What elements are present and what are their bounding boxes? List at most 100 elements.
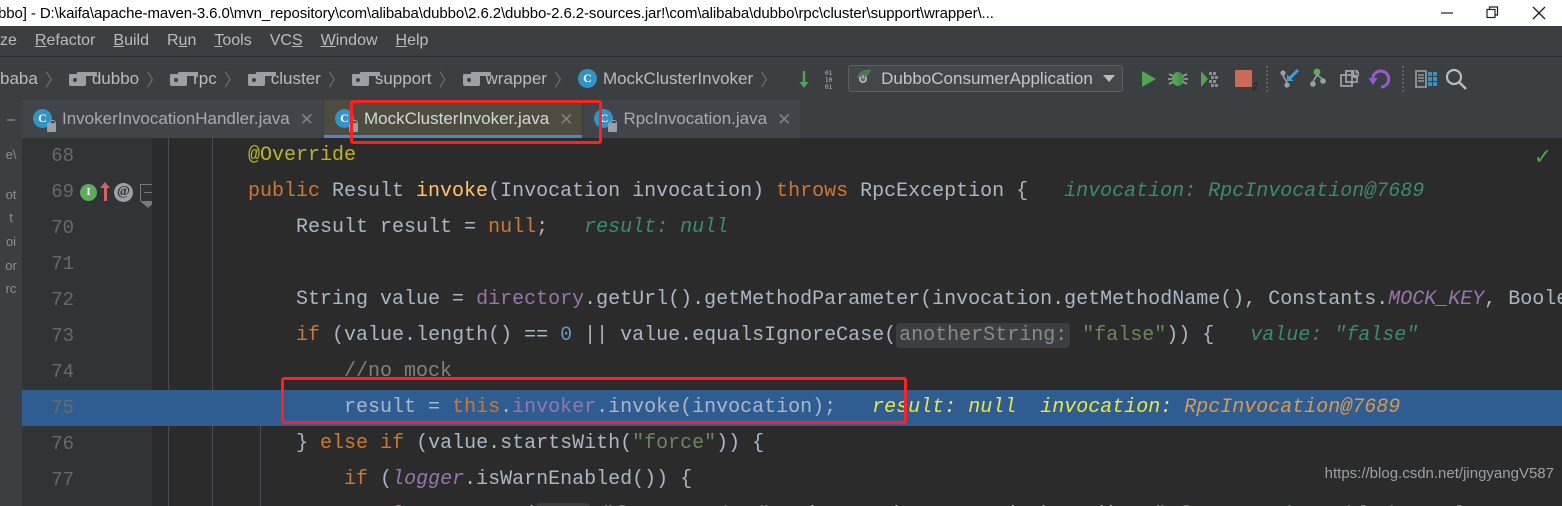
folder-icon	[68, 71, 98, 86]
breadcrumb-item-mockclusterinvoker[interactable]: C MockClusterInvoker	[577, 69, 753, 89]
code-token: }	[152, 432, 321, 455]
code-line[interactable]	[152, 246, 1562, 282]
gutter-row[interactable]: 73	[22, 318, 152, 354]
menu-item-help[interactable]: Help	[387, 32, 438, 50]
code-token: directory	[476, 288, 585, 311]
svg-text:01: 01	[825, 70, 833, 77]
code-token: .invoke(invocation);	[596, 396, 837, 419]
breadcrumb-item-support[interactable]: support	[351, 69, 432, 89]
toolwindow-stripe-label[interactable]: or	[0, 258, 22, 273]
code-line[interactable]: logger.warn(msg: "force-mock: " + invoca…	[152, 498, 1562, 506]
gutter-row[interactable]: 72	[22, 282, 152, 318]
search-icon[interactable]	[1441, 64, 1471, 94]
up-arrow[interactable]	[100, 182, 111, 202]
gutter-row[interactable]: 74	[22, 354, 152, 390]
code-line[interactable]: Result result = null; result: null	[152, 210, 1562, 246]
run-coverage-icon[interactable]	[1193, 64, 1223, 94]
code-token: (Invocation invocation)	[488, 180, 777, 203]
toolwindow-stripe-label[interactable]: t	[0, 211, 22, 225]
gutter-row[interactable]: 69 I @	[22, 174, 157, 210]
vcs-commit-icon[interactable]	[1305, 64, 1335, 94]
toolwindow-stripe-label[interactable]: e\	[0, 148, 22, 162]
menu-item-vcs[interactable]: VCS	[261, 32, 312, 50]
breadcrumb-item-baba[interactable]: baba	[0, 69, 38, 89]
code-line[interactable]: //no mock	[152, 354, 1562, 390]
code-line[interactable]: public Result invoke(Invocation invocati…	[152, 174, 1562, 210]
gutter-row[interactable]: 68	[22, 138, 152, 174]
toolbar: baba 〉 dubbo 〉 rpc 〉 cluster 〉 support 〉 wrapper 〉 C…	[0, 57, 1562, 100]
breadcrumb-item-wrapper[interactable]: wrapper	[462, 69, 547, 89]
binary-01-icon[interactable]: 01 10 01	[822, 64, 844, 94]
class-icon: C	[577, 69, 597, 88]
breadcrumb-label: dubbo	[91, 68, 140, 88]
toolwindow-stripe-label[interactable]: oi	[0, 235, 22, 249]
toolwindow-stripe-label[interactable]: rc	[0, 282, 22, 296]
code-token: "force"	[632, 432, 717, 455]
code-token: //no mock	[344, 360, 453, 383]
maximize-button[interactable]	[1470, 0, 1516, 26]
editor-gutter[interactable]: 6869I@707172737475767778	[22, 138, 157, 506]
editor-tab-mockclusterinvoker[interactable]: C MockClusterInvoker.java ✕	[324, 100, 584, 138]
close-icon[interactable]: ✕	[559, 111, 573, 128]
stop-badge: 2	[1252, 81, 1258, 93]
stop-icon[interactable]: 2	[1229, 64, 1259, 94]
gutter-row[interactable]: 77	[22, 462, 152, 498]
line-number: 75	[51, 397, 74, 419]
inspection-status-icon[interactable]: ✓	[1534, 144, 1552, 170]
code-line[interactable]: } else if (value.startsWith("force")) {	[152, 426, 1562, 462]
run-marker[interactable]: I	[80, 183, 97, 201]
breadcrumb-separator: 〉	[760, 71, 778, 90]
update-project-icon[interactable]	[1275, 64, 1305, 94]
code-line[interactable]: result = this.invoker.invoke(invocation)…	[152, 390, 1562, 426]
close-button[interactable]	[1516, 0, 1562, 26]
editor-tab-invokerinvocationhandler[interactable]: C InvokerInvocationHandler.java ✕	[22, 100, 324, 138]
breadcrumb-item-cluster[interactable]: cluster	[247, 69, 321, 89]
menu-item-tools[interactable]: Tools	[205, 32, 260, 50]
breadcrumb-item-dubbo[interactable]: dubbo	[68, 68, 140, 89]
menu-item-build[interactable]: Build	[104, 32, 158, 50]
code-editor[interactable]: e\ottoiorrc 6869I@707172737475767778 @Ov…	[0, 138, 1562, 506]
breadcrumb-item-rpc[interactable]: rpc	[170, 69, 217, 89]
gutter-row[interactable]: 76	[22, 426, 152, 462]
code-token: invoke	[416, 180, 489, 203]
code-token: public	[248, 180, 321, 203]
editor-left-toolwindow-strip[interactable]: e\ ot t oi or rc	[0, 138, 22, 506]
code-token: || value.equalsIgnoreCase(	[572, 324, 897, 347]
watermark-text: https://blog.csdn.net/jingyangV587	[1324, 465, 1554, 482]
run-configuration-selector[interactable]: DubboConsumerApplication	[848, 65, 1123, 92]
gutter-row[interactable]: 71	[22, 246, 152, 282]
toolwindow-stripe-label[interactable]: ot	[0, 187, 22, 202]
step-over-icon[interactable]	[792, 64, 822, 94]
editor-tab-label: RpcInvocation.java	[623, 109, 768, 128]
run-icon[interactable]	[1133, 64, 1163, 94]
code-line[interactable]: String value = directory.getUrl().getMet…	[152, 282, 1562, 318]
chevron-down-icon[interactable]	[1102, 75, 1115, 82]
at-icon[interactable]: @	[114, 182, 133, 202]
menu-item-refactor[interactable]: Refactor	[26, 32, 104, 50]
close-icon[interactable]: ✕	[300, 111, 314, 128]
code-line[interactable]: @Override	[152, 138, 1562, 174]
line-number: 72	[51, 289, 74, 311]
code-pane[interactable]: @Override public Result invoke(Invocatio…	[152, 138, 1562, 506]
structure-icon[interactable]	[1411, 64, 1441, 94]
debug-icon[interactable]	[1163, 64, 1193, 94]
gutter-row[interactable]: 70	[22, 210, 152, 246]
menu-item-run[interactable]: Run	[158, 32, 205, 50]
gutter-row[interactable]: 78	[22, 498, 152, 506]
minimize-button[interactable]	[1424, 0, 1470, 26]
gutter-row[interactable]: 75	[22, 390, 152, 426]
code-token: .	[500, 396, 513, 419]
menu-item-ze[interactable]: ze	[0, 32, 26, 50]
editor-tab-rpcinvocation[interactable]: C RpcInvocation.java ✕	[583, 100, 802, 138]
breadcrumb-label: baba	[0, 68, 38, 88]
close-icon[interactable]: ✕	[777, 111, 791, 128]
vcs-history-icon[interactable]	[1335, 64, 1365, 94]
editor-tab-label: MockClusterInvoker.java	[364, 109, 550, 128]
code-token: Result	[320, 180, 417, 203]
code-token: else	[320, 432, 369, 455]
menu-item-window[interactable]: Window	[312, 32, 387, 50]
code-line[interactable]: if (value.length() == 0 || value.equalsI…	[152, 318, 1562, 354]
code-token: throws	[776, 180, 849, 203]
revert-icon[interactable]	[1365, 64, 1395, 94]
